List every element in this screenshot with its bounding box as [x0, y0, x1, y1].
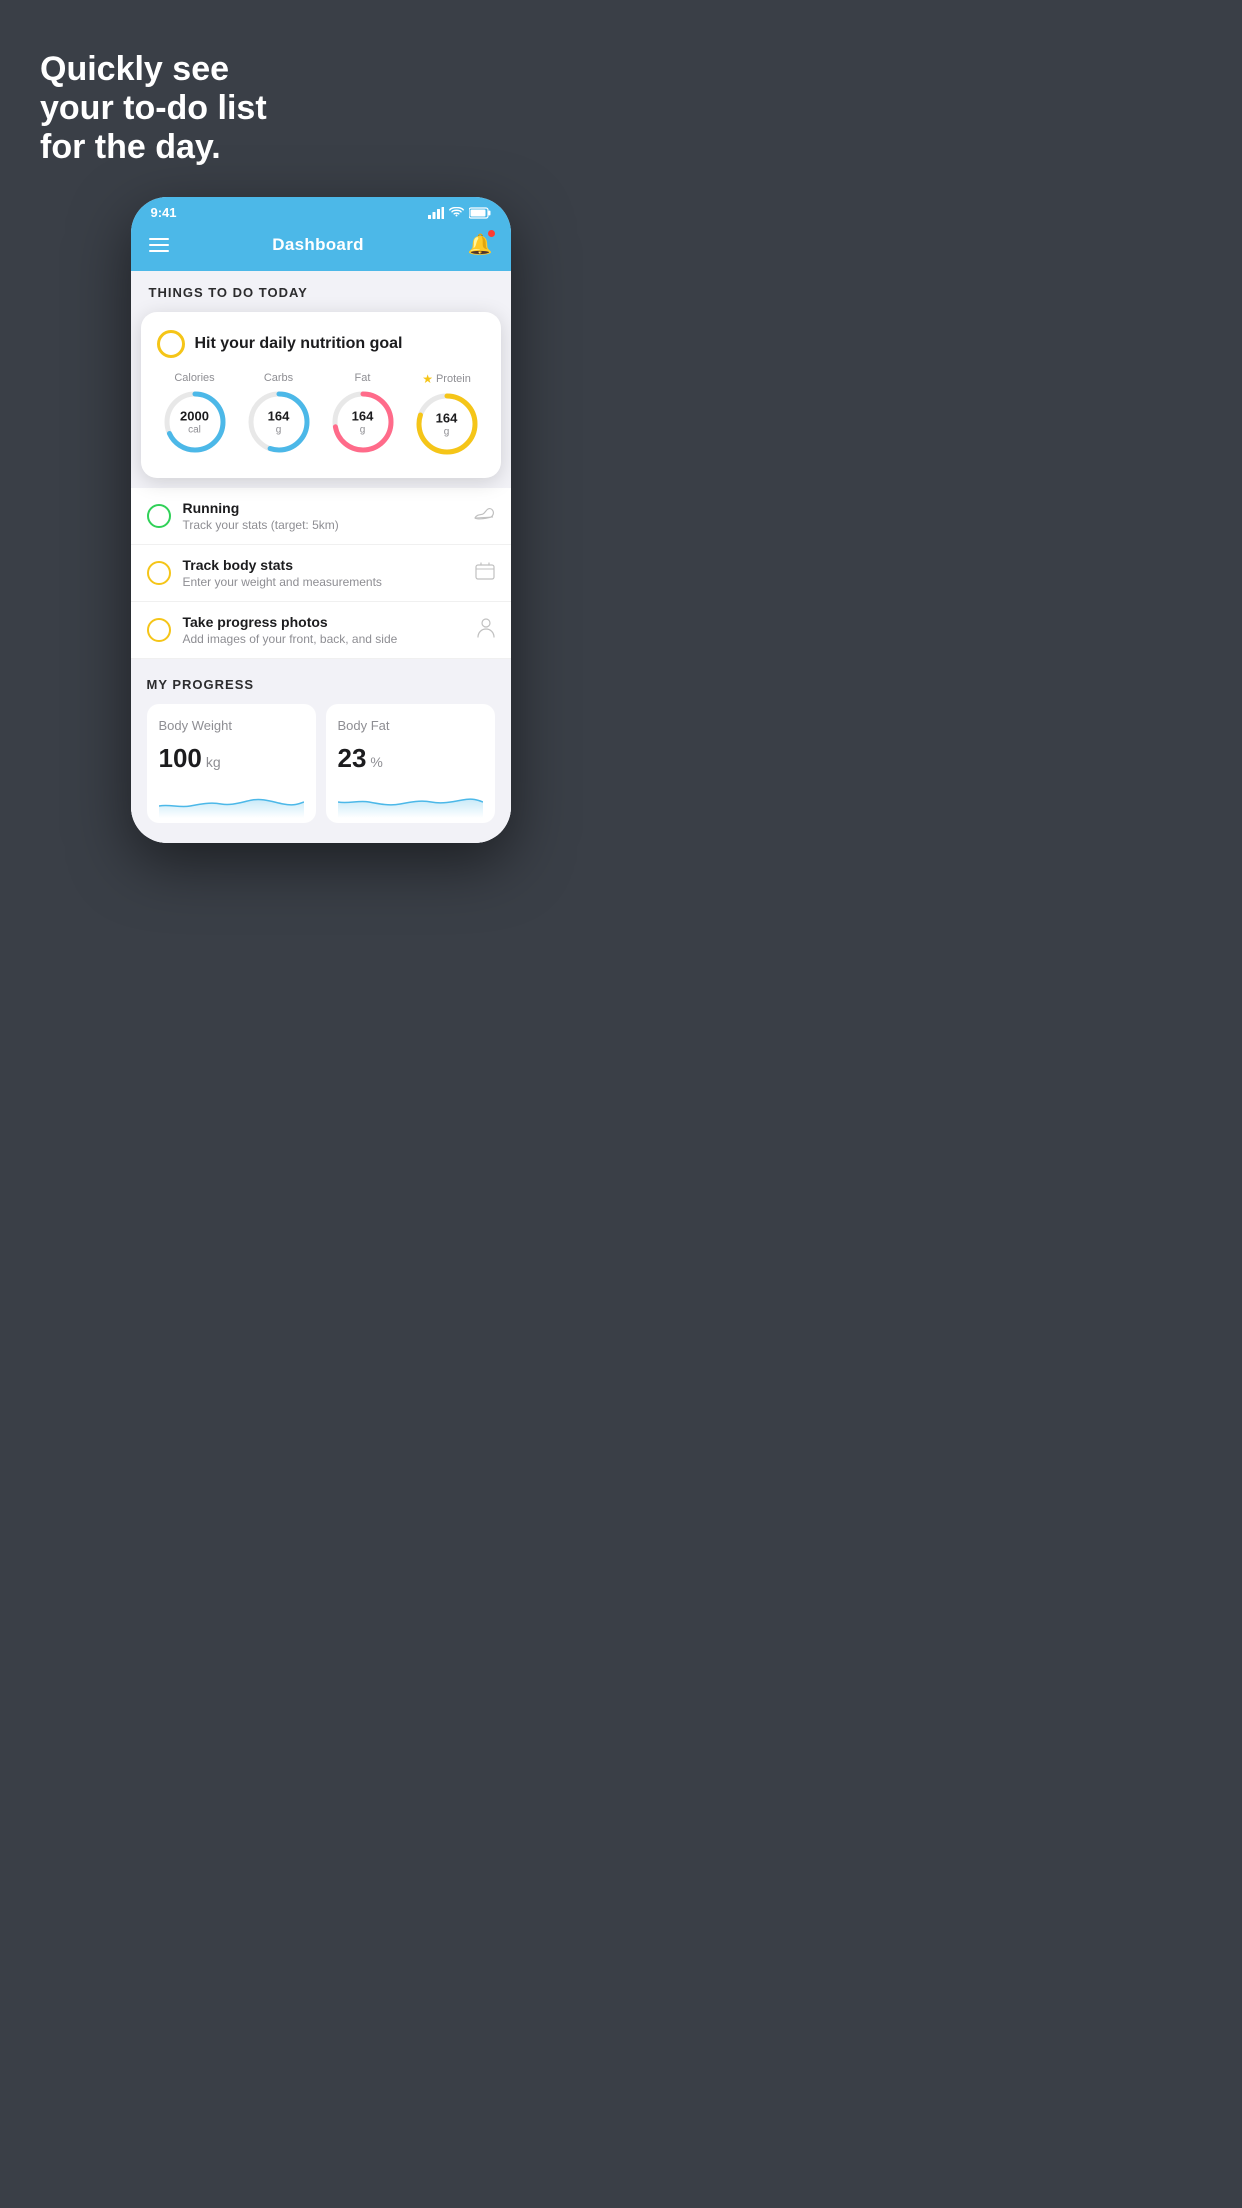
- protein-unit: g: [436, 426, 458, 437]
- fat-label: Fat: [355, 372, 371, 384]
- things-to-do-label: THINGS TO DO TODAY: [131, 271, 511, 308]
- shoe-icon: [473, 506, 495, 527]
- signal-icon: [428, 207, 444, 219]
- todo-circle-photos: [147, 618, 171, 642]
- body-weight-card[interactable]: Body Weight 100 kg: [147, 704, 316, 823]
- todo-circle-body-stats: [147, 561, 171, 585]
- nutrition-carbs: Carbs 164 g: [245, 372, 313, 456]
- protein-label: ★ Protein: [422, 372, 471, 386]
- carbs-value: 164: [268, 410, 290, 424]
- status-time: 9:41: [151, 205, 177, 220]
- todo-text-running: Running Track your stats (target: 5km): [183, 500, 461, 532]
- page-headline: Quickly seeyour to-do listfor the day.: [40, 50, 340, 167]
- carbs-ring: 164 g: [245, 388, 313, 456]
- body-weight-number: 100: [159, 743, 202, 774]
- nutrition-card-title: Hit your daily nutrition goal: [195, 335, 403, 353]
- todo-sub-running: Track your stats (target: 5km): [183, 518, 461, 532]
- protein-value: 164: [436, 412, 458, 426]
- protein-ring: 164 g: [413, 390, 481, 458]
- nutrition-card-header: Hit your daily nutrition goal: [157, 330, 485, 358]
- todo-list: Running Track your stats (target: 5km): [131, 488, 511, 659]
- body-fat-value-row: 23 %: [338, 743, 483, 774]
- fat-ring: 164 g: [329, 388, 397, 456]
- carbs-unit: g: [268, 424, 290, 435]
- battery-icon: [469, 207, 491, 219]
- todo-sub-body-stats: Enter your weight and measurements: [183, 575, 463, 589]
- notification-dot: [488, 230, 495, 237]
- phone-content: THINGS TO DO TODAY Hit your daily nutrit…: [131, 271, 511, 843]
- phone-frame: 9:41: [131, 197, 511, 843]
- progress-section: MY PROGRESS Body Weight 100 kg: [131, 659, 511, 843]
- status-bar: 9:41: [131, 197, 511, 224]
- hamburger-menu-icon[interactable]: [149, 238, 169, 252]
- body-weight-sparkline: [159, 782, 304, 818]
- todo-name-body-stats: Track body stats: [183, 557, 463, 573]
- fat-value: 164: [352, 410, 374, 424]
- nutrition-row: Calories 2000 cal: [157, 372, 485, 458]
- nutrition-calories: Calories 2000 cal: [161, 372, 229, 456]
- protein-star-icon: ★: [422, 372, 433, 386]
- todo-circle-running: [147, 504, 171, 528]
- nutrition-protein: ★ Protein 164 g: [413, 372, 481, 458]
- todo-item-running[interactable]: Running Track your stats (target: 5km): [131, 488, 511, 545]
- scale-icon: [475, 562, 495, 585]
- calories-value: 2000: [180, 410, 209, 424]
- nutrition-fat: Fat 164 g: [329, 372, 397, 456]
- todo-text-body-stats: Track body stats Enter your weight and m…: [183, 557, 463, 589]
- nav-title: Dashboard: [272, 235, 364, 255]
- todo-name-running: Running: [183, 500, 461, 516]
- todo-text-photos: Take progress photos Add images of your …: [183, 614, 465, 646]
- carbs-label: Carbs: [264, 372, 293, 384]
- body-fat-sparkline: [338, 782, 483, 818]
- todo-name-photos: Take progress photos: [183, 614, 465, 630]
- person-icon: [477, 618, 495, 643]
- body-fat-card[interactable]: Body Fat 23 %: [326, 704, 495, 823]
- nutrition-card[interactable]: Hit your daily nutrition goal Calories: [141, 312, 501, 478]
- wifi-icon: [449, 207, 464, 218]
- body-fat-number: 23: [338, 743, 367, 774]
- status-icons: [428, 207, 491, 219]
- nutrition-circle-check: [157, 330, 185, 358]
- nav-bar: Dashboard 🔔: [131, 224, 511, 271]
- calories-ring: 2000 cal: [161, 388, 229, 456]
- todo-item-photos[interactable]: Take progress photos Add images of your …: [131, 602, 511, 659]
- background-page: Quickly seeyour to-do listfor the day. 9…: [0, 0, 621, 1104]
- calories-label: Calories: [174, 372, 214, 384]
- body-fat-title: Body Fat: [338, 718, 483, 733]
- progress-cards: Body Weight 100 kg: [147, 704, 495, 823]
- body-fat-unit: %: [370, 754, 382, 770]
- calories-unit: cal: [180, 424, 209, 435]
- todo-item-body-stats[interactable]: Track body stats Enter your weight and m…: [131, 545, 511, 602]
- body-weight-unit: kg: [206, 754, 221, 770]
- body-weight-value-row: 100 kg: [159, 743, 304, 774]
- body-weight-title: Body Weight: [159, 718, 304, 733]
- fat-unit: g: [352, 424, 374, 435]
- todo-sub-photos: Add images of your front, back, and side: [183, 632, 465, 646]
- notification-bell-icon[interactable]: 🔔: [468, 232, 493, 257]
- my-progress-label: MY PROGRESS: [147, 677, 495, 692]
